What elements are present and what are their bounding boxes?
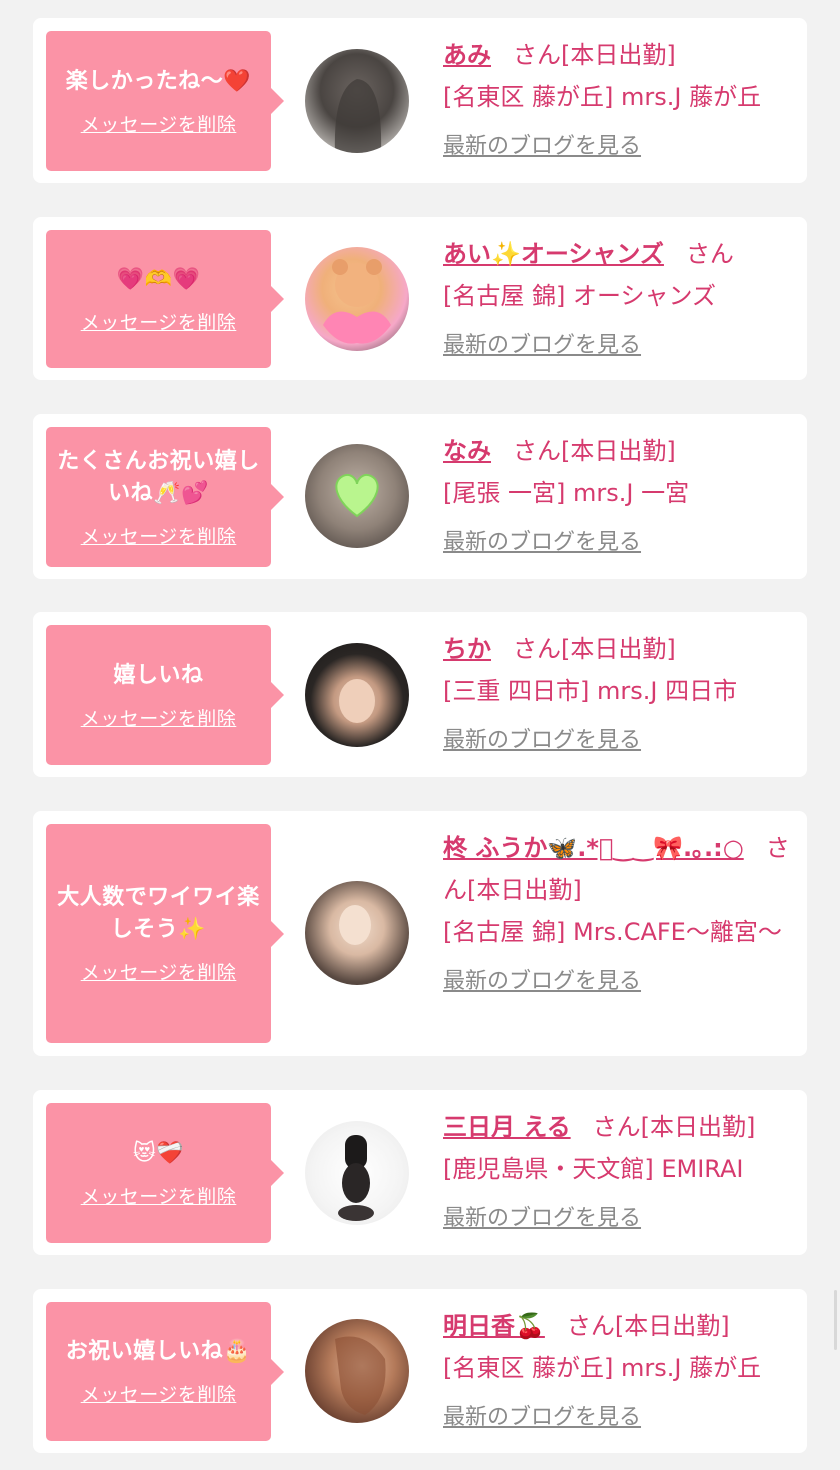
- message-bubble: 大人数でワイワイ楽しそう✨ メッセージを削除: [46, 824, 284, 1043]
- avatar[interactable]: [305, 881, 409, 985]
- shop-name: [名東区 藤が丘] mrs.J 藤が丘: [443, 83, 762, 111]
- attendance-status: [本日出勤]: [561, 437, 676, 465]
- shop-name: [尾張 一宮] mrs.J 一宮: [443, 479, 690, 507]
- shop-name: [名東区 藤が丘] mrs.J 藤が丘: [443, 1354, 762, 1382]
- avatar[interactable]: [305, 1121, 409, 1225]
- girl-name-link[interactable]: なみ: [443, 437, 491, 465]
- latest-blog-link[interactable]: 最新のブログを見る: [443, 1397, 793, 1439]
- honorific: さん: [566, 1312, 615, 1340]
- girl-name-link[interactable]: あい✨オーシャンズ: [443, 240, 664, 268]
- delete-message-link[interactable]: メッセージを削除: [81, 522, 237, 549]
- latest-blog-link[interactable]: 最新のブログを見る: [443, 720, 793, 762]
- avatar-image: [334, 79, 382, 153]
- latest-blog-link[interactable]: 最新のブログを見る: [443, 522, 793, 564]
- message-bubble: 💗🫶💗 メッセージを削除: [46, 230, 284, 368]
- delete-message-link[interactable]: メッセージを削除: [81, 110, 237, 137]
- message-bubble: お祝い嬉しいね🎂 メッセージを削除: [46, 1302, 284, 1441]
- delete-message-link[interactable]: メッセージを削除: [81, 308, 237, 335]
- message-text: 😻❤️‍🩹: [132, 1140, 185, 1166]
- attendance-status: [本日出勤]: [561, 41, 676, 69]
- message-text: お祝い嬉しいね🎂: [65, 1339, 252, 1364]
- avatar-image: [339, 679, 375, 723]
- avatar[interactable]: [305, 643, 409, 747]
- message-text: 楽しかったね〜❤️: [65, 68, 252, 94]
- honorific: さん: [685, 240, 734, 268]
- avatar-image: [335, 1336, 386, 1415]
- message-text: 大人数でワイワイ楽しそう✨: [57, 885, 260, 942]
- honorific: さん: [513, 41, 561, 69]
- message-bubble: たくさんお祝い嬉しいね🥂💕 メッセージを削除: [46, 427, 284, 567]
- profile-info: あみ さん[本日出勤] [名東区 藤が丘] mrs.J 藤が丘 最新のブログを見る: [443, 34, 793, 168]
- latest-blog-link[interactable]: 最新のブログを見る: [443, 126, 793, 168]
- message-card: たくさんお祝い嬉しいね🥂💕 メッセージを削除 なみ さん[本日出勤] [尾張 一宮…: [33, 414, 807, 579]
- message-bubble: 😻❤️‍🩹 メッセージを削除: [46, 1103, 284, 1243]
- message-card: 楽しかったね〜❤️ メッセージを削除 あみ さん[本日出勤] [名東区 藤が丘] …: [33, 18, 807, 183]
- avatar-image: [339, 905, 371, 945]
- profile-info: 三日月 える さん[本日出勤] [鹿児島県・天文館] EMIRAI 最新のブログを…: [443, 1106, 793, 1240]
- avatar[interactable]: [305, 49, 409, 153]
- message-card: お祝い嬉しいね🎂 メッセージを削除 明日香🍒 さん[本日出勤] [名東区 藤が丘]…: [33, 1289, 807, 1453]
- shop-name: [鹿児島県・天文館] EMIRAI: [443, 1155, 744, 1183]
- shop-name: [三重 四日市] mrs.J 四日市: [443, 677, 738, 705]
- girl-name-link[interactable]: ちか: [443, 635, 491, 663]
- profile-info: なみ さん[本日出勤] [尾張 一宮] mrs.J 一宮 最新のブログを見る: [443, 430, 793, 564]
- delete-message-link[interactable]: メッセージを削除: [81, 958, 237, 985]
- avatar[interactable]: [305, 1319, 409, 1423]
- avatar[interactable]: [305, 247, 409, 351]
- message-bubble: 楽しかったね〜❤️ メッセージを削除: [46, 31, 284, 171]
- attendance-status: [本日出勤]: [561, 635, 676, 663]
- profile-info: 柊 ふうか🦋.*ﾟ‿‿🎀.｡.:○ さん[本日出勤] [名古屋 錦] Mrs.CA…: [443, 827, 793, 1003]
- message-text: たくさんお祝い嬉しいね🥂💕: [57, 448, 260, 506]
- latest-blog-link[interactable]: 最新のブログを見る: [443, 961, 793, 1003]
- profile-info: 明日香🍒 さん[本日出勤] [名東区 藤が丘] mrs.J 藤が丘 最新のブログを…: [443, 1305, 793, 1439]
- avatar-image: [323, 259, 391, 344]
- shop-name: [名古屋 錦] Mrs.CAFE〜離宮〜: [443, 918, 782, 946]
- message-text: 💗🫶💗: [116, 266, 201, 292]
- latest-blog-link[interactable]: 最新のブログを見る: [443, 1198, 793, 1240]
- girl-name-link[interactable]: 柊 ふうか🦋.*ﾟ‿‿🎀.｡.:○: [443, 834, 744, 862]
- attendance-status: [本日出勤]: [467, 876, 582, 904]
- shop-name: [名古屋 錦] オーシャンズ: [443, 282, 717, 310]
- message-text: 嬉しいね: [113, 662, 204, 688]
- honorific: さん: [513, 437, 561, 465]
- delete-message-link[interactable]: メッセージを削除: [81, 1380, 237, 1407]
- profile-info: ちか さん[本日出勤] [三重 四日市] mrs.J 四日市 最新のブログを見る: [443, 628, 793, 762]
- girl-name-link[interactable]: あみ: [443, 41, 491, 69]
- message-bubble: 嬉しいね メッセージを削除: [46, 625, 284, 765]
- message-card: 😻❤️‍🩹 メッセージを削除 三日月 える さん[本日出勤] [鹿児島県・天文館]…: [33, 1090, 807, 1255]
- delete-message-link[interactable]: メッセージを削除: [81, 704, 237, 731]
- girl-name-link[interactable]: 三日月 える: [443, 1113, 571, 1141]
- avatar-image: [338, 1135, 374, 1221]
- message-card: 嬉しいね メッセージを削除 ちか さん[本日出勤] [三重 四日市] mrs.J …: [33, 612, 807, 777]
- attendance-status: [本日出勤]: [640, 1113, 756, 1141]
- scrollbar[interactable]: [834, 1290, 837, 1350]
- honorific: さん: [592, 1113, 641, 1141]
- girl-name-link[interactable]: 明日香🍒: [443, 1312, 545, 1340]
- avatar[interactable]: [305, 444, 409, 548]
- latest-blog-link[interactable]: 最新のブログを見る: [443, 325, 793, 367]
- honorific: さん: [513, 635, 561, 663]
- delete-message-link[interactable]: メッセージを削除: [81, 1182, 237, 1209]
- avatar-image: [335, 474, 379, 518]
- attendance-status: [本日出勤]: [614, 1312, 730, 1340]
- message-card: 💗🫶💗 メッセージを削除 あい✨オーシャンズ さん [名古屋 錦] オーシャンズ …: [33, 217, 807, 380]
- message-card: 大人数でワイワイ楽しそう✨ メッセージを削除 柊 ふうか🦋.*ﾟ‿‿🎀.｡.:○…: [33, 811, 807, 1056]
- profile-info: あい✨オーシャンズ さん [名古屋 錦] オーシャンズ 最新のブログを見る: [443, 233, 793, 367]
